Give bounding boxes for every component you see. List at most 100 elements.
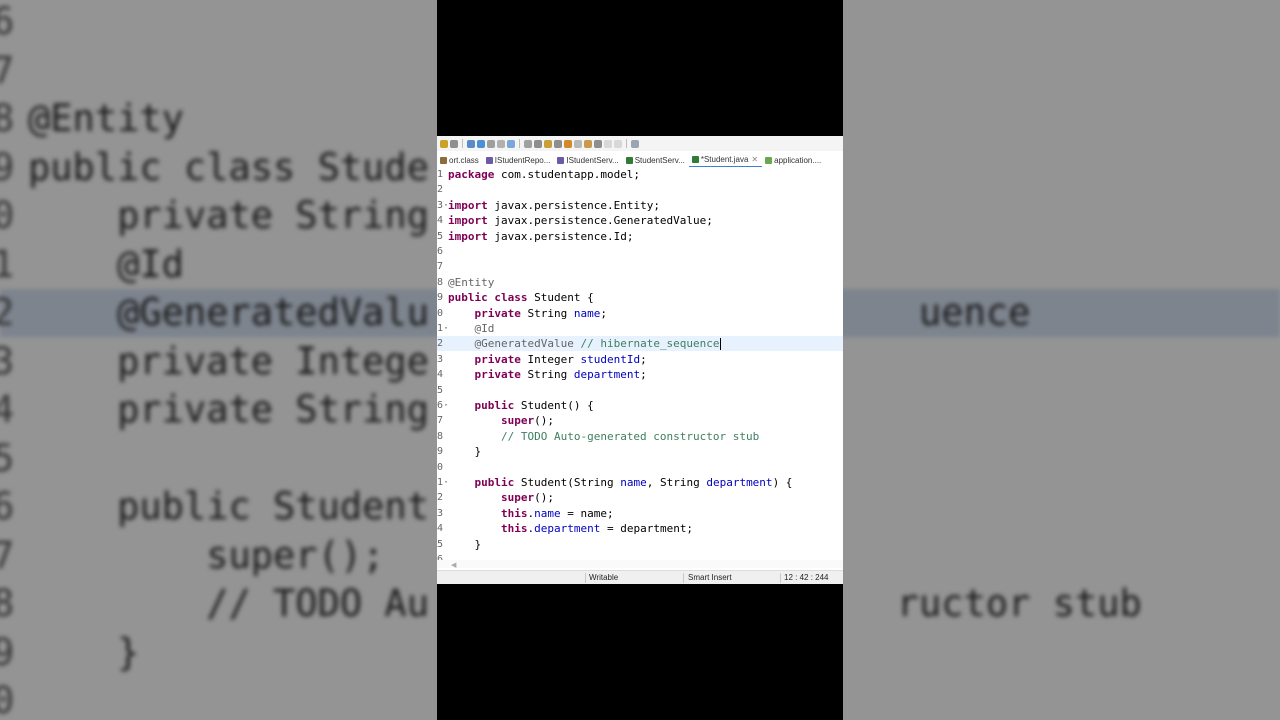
dropdown-icon[interactable] xyxy=(594,139,602,148)
line-number: 8 xyxy=(437,430,444,442)
code-token: javax.persistence.GeneratedValue; xyxy=(487,214,713,228)
next-annotation-icon[interactable] xyxy=(524,139,532,148)
dropdown-icon[interactable] xyxy=(554,139,562,148)
code-line[interactable]: 6 xyxy=(437,244,843,259)
code-token: super xyxy=(500,414,535,428)
dropdown-icon[interactable] xyxy=(450,139,458,148)
java-class-icon xyxy=(691,155,699,163)
show-whitespace-icon[interactable] xyxy=(487,139,495,148)
code-token: name xyxy=(534,506,561,520)
code-line[interactable]: 7 super(); xyxy=(437,413,843,428)
code-text: import javax.persistence.Id; xyxy=(448,229,633,244)
editor-tab-label: StudentServ... xyxy=(634,155,685,165)
code-token: Student() { xyxy=(514,399,594,412)
code-line[interactable]: 5 import javax.persistence.Id; xyxy=(437,229,843,244)
code-line[interactable]: 2 super(); xyxy=(437,490,843,505)
line-number: 2 xyxy=(437,492,444,504)
line-number: 3 xyxy=(437,507,444,519)
code-text: public class Student { xyxy=(448,290,594,305)
code-line[interactable]: 7 xyxy=(437,259,843,274)
code-text: import javax.persistence.Entity; xyxy=(448,198,660,213)
code-token: (); xyxy=(534,491,554,505)
forward-icon[interactable] xyxy=(584,139,592,148)
horizontal-scrollbar[interactable] xyxy=(437,560,843,568)
line-number: 0 xyxy=(437,461,444,473)
java-class-icon xyxy=(625,156,633,164)
back-icon[interactable] xyxy=(574,139,582,148)
code-line[interactable]: 5 xyxy=(437,383,843,398)
prev-annotation-icon[interactable] xyxy=(544,139,552,148)
status-separator xyxy=(780,573,781,583)
code-token: public xyxy=(474,476,515,489)
code-text: super(); xyxy=(448,490,554,505)
code-line[interactable]: 1· public Student(String name, String de… xyxy=(437,475,843,490)
editor-tab-label: application.... xyxy=(774,155,822,165)
line-number: 5 xyxy=(437,230,444,242)
editor-tab[interactable]: *Student.java ✕ xyxy=(688,152,763,168)
code-token: ; xyxy=(640,368,647,382)
code-token: department xyxy=(706,476,773,489)
code-token: ) { xyxy=(772,476,793,489)
code-line[interactable]: 1 package com.studentapp.model; xyxy=(437,167,843,182)
editor-tab[interactable]: StudentServ... xyxy=(623,152,689,168)
current-code-line[interactable]: 2 @GeneratedValue // hibernate_sequence xyxy=(437,336,843,352)
code-line[interactable]: 0 xyxy=(437,460,843,475)
java-interface-icon xyxy=(485,156,493,164)
code-token: super xyxy=(500,491,535,505)
code-line[interactable]: 3· import javax.persistence.Entity; xyxy=(437,198,843,213)
toolbar-separator xyxy=(519,139,520,148)
close-tab-icon[interactable]: ✕ xyxy=(751,155,758,164)
code-line[interactable]: 1· @Id xyxy=(437,321,843,336)
code-line[interactable]: 8 // TODO Auto-generated constructor stu… xyxy=(437,429,843,444)
code-text: this.name = name; xyxy=(448,506,614,521)
scroll-left-icon[interactable]: ◀ xyxy=(451,561,456,569)
code-editor[interactable]: 1 package com.studentapp.model; 2 3· import … xyxy=(437,167,843,565)
code-token: name xyxy=(573,306,601,320)
editor-tab[interactable]: application.... xyxy=(762,152,825,168)
code-token: Student { xyxy=(527,291,594,305)
nav-back-icon[interactable] xyxy=(604,139,612,148)
code-line[interactable]: 5 } xyxy=(437,537,843,552)
code-token: department xyxy=(534,522,601,536)
code-line[interactable]: 4 private String department; xyxy=(437,367,843,382)
code-line[interactable]: 6· public Student() { xyxy=(437,398,843,413)
nav-forward-icon[interactable] xyxy=(614,139,622,148)
editor-tab[interactable]: IStudentServ... xyxy=(554,152,622,168)
code-line[interactable]: 3 private Integer studentId; xyxy=(437,352,843,367)
open-perspective-icon[interactable] xyxy=(631,139,639,148)
code-line[interactable]: 8 @Entity xyxy=(437,275,843,290)
code-token: (); xyxy=(534,414,554,428)
line-number: 4 xyxy=(437,215,444,227)
last-edit-icon[interactable] xyxy=(564,139,572,148)
code-line[interactable]: 4 this.department = department; xyxy=(437,521,843,536)
toggle-mark-icon[interactable] xyxy=(477,139,485,148)
dropdown-icon[interactable] xyxy=(534,139,542,148)
code-line[interactable]: 9 public class Student { xyxy=(437,290,843,305)
toggle-breadcrumb-icon[interactable] xyxy=(507,139,515,148)
code-line[interactable]: 3 this.name = name; xyxy=(437,506,843,521)
code-line[interactable]: 0 private String name; xyxy=(437,306,843,321)
block-select-icon[interactable] xyxy=(497,139,505,148)
code-line[interactable]: 9 } xyxy=(437,444,843,459)
line-number: 3 xyxy=(437,353,444,365)
code-token: @GeneratedValue xyxy=(474,337,574,351)
code-token: String xyxy=(520,368,574,382)
code-token: private xyxy=(474,306,521,320)
line-number: 5 xyxy=(437,384,444,396)
new-icon[interactable] xyxy=(440,139,448,148)
line-number: 4 xyxy=(437,369,444,381)
code-line[interactable]: 4 import javax.persistence.GeneratedValue… xyxy=(437,213,843,228)
editor-tab[interactable]: IStudentRepo... xyxy=(483,152,555,168)
code-text: } xyxy=(448,537,481,552)
editor-tab[interactable]: ort.class xyxy=(437,152,483,168)
code-line[interactable]: 2 xyxy=(437,182,843,197)
code-text: } xyxy=(448,444,481,459)
code-token: ; xyxy=(640,352,647,366)
pin-icon[interactable] xyxy=(467,139,475,148)
